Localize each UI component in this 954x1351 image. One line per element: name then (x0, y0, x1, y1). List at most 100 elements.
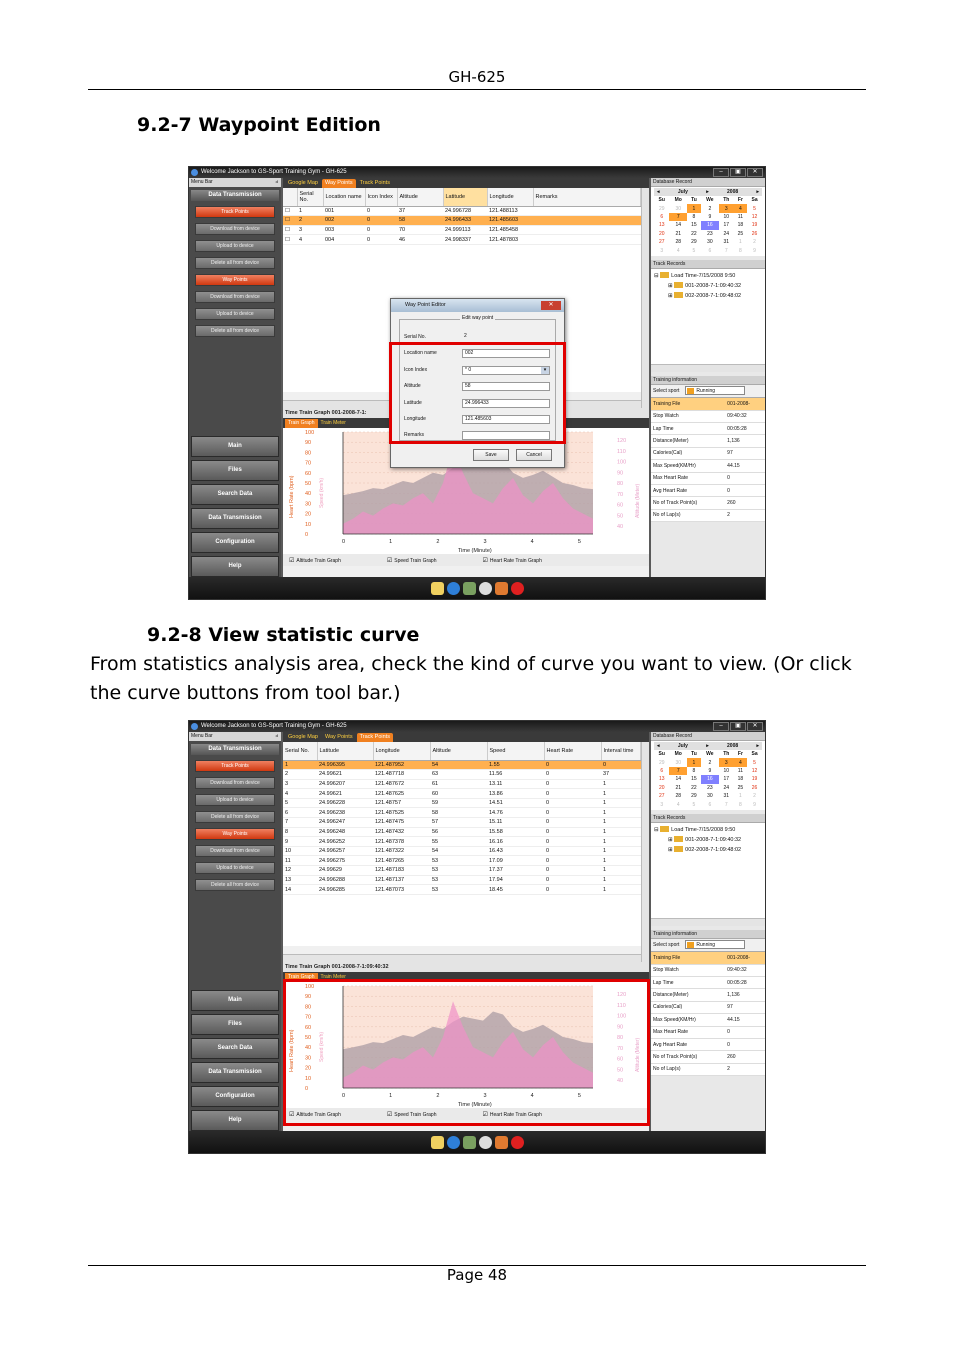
map-icon[interactable] (462, 1135, 476, 1149)
calendar-day[interactable]: 5 (687, 246, 701, 254)
calendar-day[interactable]: 12 (747, 767, 762, 775)
table-row[interactable]: 7 24.996247 121.487475 57 15.11 0 1 (283, 817, 641, 828)
calendar-day[interactable]: 1 (734, 792, 747, 800)
calendar-day[interactable]: 27 (654, 792, 669, 800)
calendar-day[interactable]: 20 (654, 230, 669, 238)
calendar-day[interactable]: 25 (734, 230, 747, 238)
table-row[interactable]: 8 24.996248 121.487432 56 15.58 0 1 (283, 827, 641, 838)
globe-icon[interactable] (446, 581, 460, 595)
table-row[interactable]: 13 24.996288 121.487137 53 17.94 0 1 (283, 875, 641, 886)
calendar-day[interactable]: 8 (734, 800, 747, 808)
calendar-day[interactable]: 28 (669, 238, 687, 246)
col-altitude[interactable]: Altitude (397, 188, 444, 207)
calendar-day[interactable]: 7 (669, 212, 687, 222)
search-data-button[interactable]: Search Data (191, 1038, 279, 1059)
calendar-day[interactable]: 22 (687, 784, 701, 792)
table-row[interactable]: 9 24.996252 121.487378 55 16.16 0 1 (283, 836, 641, 847)
heart-rate-graph-checkbox[interactable]: Heart Rate Train Graph (483, 557, 542, 564)
maximize-icon[interactable]: ▣ (730, 168, 746, 177)
calendar-day[interactable]: 7 (669, 766, 687, 776)
people-icon[interactable] (494, 1135, 508, 1149)
calendar-day[interactable]: 23 (701, 230, 719, 238)
files-button[interactable]: Files (191, 1014, 279, 1035)
way-points-button[interactable]: Way Points (195, 828, 275, 840)
calendar-day[interactable]: 1 (686, 204, 701, 213)
prev-month-icon[interactable]: ◂ (657, 742, 660, 750)
table-vscrollbar[interactable] (641, 188, 649, 410)
calendar-day[interactable]: 14 (669, 775, 687, 783)
col-speed[interactable]: Speed (487, 742, 545, 761)
calendar-day[interactable]: 2 (747, 792, 762, 800)
table-hscrollbar[interactable] (283, 954, 641, 962)
calendar-day[interactable]: 27 (654, 238, 669, 246)
row-checkbox[interactable]: ☐ (283, 225, 297, 236)
close-red-icon[interactable] (510, 1135, 524, 1149)
calendar-day[interactable]: 7 (719, 246, 734, 254)
table-row[interactable]: 14 24.996285 121.487073 53 18.45 0 1 (283, 884, 641, 895)
table-row[interactable]: ☐ 3 003 0 70 24.999113 121.485458 (283, 225, 641, 236)
calendar-day[interactable]: 9 (747, 246, 762, 254)
table-row[interactable]: 1 24.996395 121.487952 54 1.55 0 0 (283, 760, 641, 771)
col-longitude[interactable]: Longitude (487, 188, 534, 207)
col-interval-time[interactable]: Interval time (601, 742, 641, 761)
row-checkbox[interactable]: ☐ (283, 234, 297, 245)
calendar-day[interactable]: 19 (747, 775, 762, 783)
track-points-button[interactable]: Track Points (195, 760, 275, 772)
next-year-icon[interactable]: ▸ (756, 742, 759, 750)
search-data-button[interactable]: Search Data (191, 484, 279, 505)
calendar-day[interactable]: 5 (687, 800, 701, 808)
calendar-day[interactable]: 9 (701, 213, 719, 221)
help-button[interactable]: Help (191, 556, 279, 577)
table-row[interactable]: 4 24.99621 121.487625 60 13.86 0 1 (283, 788, 641, 799)
globe-icon[interactable] (446, 1135, 460, 1149)
tab-way-points[interactable]: Way Points (321, 179, 356, 188)
calendar-day[interactable]: 2 (701, 204, 719, 212)
download-track-button[interactable]: Download from device (195, 777, 275, 789)
cancel-button[interactable]: Cancel (516, 449, 552, 461)
calendar-day[interactable]: 9 (701, 767, 719, 775)
disc-icon[interactable] (478, 1135, 492, 1149)
calendar-day[interactable]: 6 (654, 213, 669, 221)
configuration-button[interactable]: Configuration (191, 532, 279, 553)
calendar-day[interactable]: 18 (734, 221, 747, 229)
table-row[interactable]: 12 24.99629 121.487183 53 17.37 0 1 (283, 865, 641, 876)
col-altitude[interactable]: Altitude (430, 742, 488, 761)
help-button[interactable]: Help (191, 1110, 279, 1131)
calendar-day[interactable]: 3 (654, 246, 669, 254)
col-icon[interactable]: Icon Index (365, 188, 398, 207)
tab-train-meter[interactable]: Train Meter (318, 419, 349, 428)
tree-item-2[interactable]: ⊞ 002-2008-7-1:09:48:02 (654, 291, 762, 301)
calendar-day[interactable]: 8 (687, 213, 701, 221)
calendar-day[interactable]: 6 (701, 800, 719, 808)
calendar-day[interactable]: 4 (733, 758, 748, 767)
people-icon[interactable] (494, 581, 508, 595)
col-remarks[interactable]: Remarks (533, 188, 641, 207)
tab-train-graph[interactable]: Train Graph (285, 419, 318, 428)
table-row[interactable]: ☐ 2 002 0 58 24.996433 121.485603 (283, 215, 641, 226)
calendar-day[interactable]: 22 (687, 230, 701, 238)
table-row[interactable]: 10 24.996257 121.487322 54 16.43 0 1 (283, 846, 641, 857)
close-red-icon[interactable] (510, 581, 524, 595)
col-serial[interactable]: Serial No. (283, 742, 318, 761)
calendar-day[interactable]: 29 (654, 204, 669, 212)
calendar-day[interactable]: 2 (701, 758, 719, 766)
calendar-day[interactable]: 17 (719, 775, 734, 783)
disc-icon[interactable] (478, 581, 492, 595)
calendar-day[interactable]: 1 (734, 238, 747, 246)
calendar-day[interactable]: 17 (719, 221, 734, 229)
row-checkbox[interactable]: ☐ (283, 206, 297, 217)
col-latitude[interactable]: Latitude (443, 188, 488, 207)
upload-waypoint-button[interactable]: Upload to device (195, 308, 275, 320)
altitude-graph-checkbox[interactable]: Altitude Train Graph (289, 557, 340, 564)
col-serial[interactable]: Serial No. (297, 188, 324, 207)
sport-select[interactable]: Running (685, 940, 746, 950)
calendar-day[interactable]: 16 (700, 775, 719, 784)
tree-item-1[interactable]: ⊞ 001-2008-7-1:09:40:32 (654, 835, 762, 845)
minimize-icon[interactable]: – (713, 722, 729, 731)
way-points-button[interactable]: Way Points (195, 274, 275, 286)
calendar-day[interactable]: 6 (701, 246, 719, 254)
calendar-day[interactable]: 3 (718, 204, 734, 213)
new-file-icon[interactable] (430, 1135, 444, 1149)
close-icon[interactable]: ✕ (747, 722, 763, 731)
main-button[interactable]: Main (191, 990, 279, 1011)
